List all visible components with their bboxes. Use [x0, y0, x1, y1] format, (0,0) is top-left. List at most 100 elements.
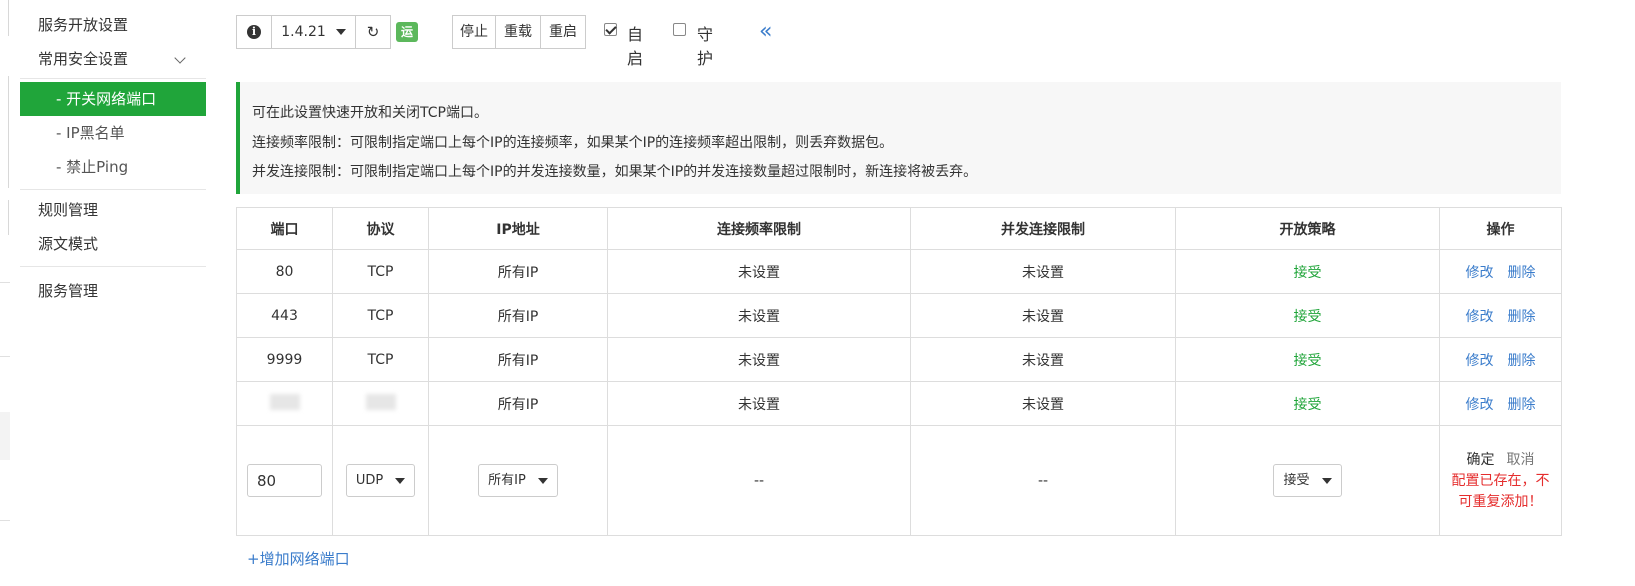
info-line: 可在此设置快速开放和关闭TCP端口。	[252, 105, 488, 121]
edit-link[interactable]: 修改	[1466, 353, 1494, 369]
caret-down-icon	[335, 29, 346, 35]
ip-select[interactable]: 所有IP	[478, 464, 558, 497]
cell-policy: 接受	[1175, 293, 1440, 338]
cell-policy: 接受	[1175, 381, 1440, 426]
cell-port: 80	[236, 249, 333, 294]
header-ip: IP地址	[428, 207, 608, 250]
new-port-row: UDP 所有IP -- -- 接受 确定取消 配置已存在，不可重复添加！	[236, 425, 1562, 536]
cell-rate: 未设置	[607, 293, 911, 338]
sidebar-item-label: 服务开放设置	[38, 16, 129, 34]
table-header: 端口 协议 IP地址 连接频率限制 并发连接限制 开放策略 操作	[236, 207, 1562, 250]
cell-protocol-redacted	[332, 381, 429, 426]
cell-protocol-select: UDP	[332, 425, 429, 536]
header-policy: 开放策略	[1175, 207, 1440, 250]
cell-rate: 未设置	[607, 337, 911, 382]
header-concurrent-limit: 并发连接限制	[910, 207, 1176, 250]
version-value: 1.4.21	[281, 24, 326, 40]
info-line: 连接频率限制：可限制指定端口上每个IP的连接频率，如果某个IP的连接频率超出限制…	[252, 134, 894, 151]
cell-concurrent: 未设置	[910, 249, 1176, 294]
cell-concurrent: 未设置	[910, 381, 1176, 426]
port-input[interactable]	[247, 464, 322, 497]
cell-concurrent: 未设置	[910, 293, 1176, 338]
table-row: 80 TCP 所有IP 未设置 未设置 接受 修改 删除	[236, 249, 1562, 294]
sidebar-item-label: 常用安全设置	[38, 50, 129, 68]
cell-rate: --	[607, 425, 911, 536]
guard-checkbox[interactable]	[673, 23, 686, 36]
info-box: 可在此设置快速开放和关闭TCP端口。 连接频率限制：可限制指定端口上每个IP的连…	[236, 82, 1561, 194]
cell-port: 9999	[236, 337, 333, 382]
autostart-checkbox[interactable]	[604, 23, 617, 36]
header-rate-limit: 连接频率限制	[607, 207, 911, 250]
sidebar-item-service-open[interactable]: 服务开放设置	[20, 14, 214, 38]
sidebar-subitem-ip-blacklist[interactable]: - IP黑名单	[20, 116, 206, 150]
header-actions: 操作	[1439, 207, 1562, 250]
add-port-link[interactable]: +增加网络端口	[247, 548, 350, 569]
collapse-icon[interactable]: «	[759, 19, 772, 44]
reload-button[interactable]: 重载	[495, 15, 541, 49]
caret-down-icon	[537, 477, 548, 484]
edit-link[interactable]: 修改	[1466, 397, 1494, 413]
sidebar-item-source-mode[interactable]: 源文模式	[20, 233, 214, 257]
cell-concurrent: 未设置	[910, 337, 1176, 382]
info-line: 并发连接限制：可限制指定端口上每个IP的并发连接数量，如果某个IP的并发连接数量…	[252, 164, 978, 180]
sidebar-item-common-security[interactable]: 常用安全设置	[20, 48, 214, 72]
cell-ip: 所有IP	[428, 293, 608, 338]
status-badge: 运行中	[396, 22, 419, 79]
cell-policy: 接受	[1175, 249, 1440, 294]
cell-ip: 所有IP	[428, 249, 608, 294]
cancel-button[interactable]: 取消	[1507, 452, 1535, 468]
refresh-button[interactable]: ↻	[355, 15, 391, 49]
table-row: 443 TCP 所有IP 未设置 未设置 接受 修改 删除	[236, 293, 1562, 338]
chevron-down-icon	[174, 52, 186, 64]
error-message: 配置已存在，不可重复添加！	[1451, 472, 1550, 510]
edit-link[interactable]: 修改	[1466, 309, 1494, 325]
delete-link[interactable]: 删除	[1508, 309, 1536, 325]
guard-label: 守护	[697, 25, 714, 68]
cell-ip-select: 所有IP	[428, 425, 608, 536]
sidebar-item-label: 源文模式	[38, 235, 99, 253]
sidebar-item-service-manage[interactable]: 服务管理	[20, 280, 214, 304]
ports-table: 端口 协议 IP地址 连接频率限制 并发连接限制 开放策略 操作 80 TCP …	[236, 207, 1562, 536]
caret-down-icon	[1321, 477, 1332, 484]
cell-policy-select: 接受	[1175, 425, 1440, 536]
cell-actions: 修改 删除	[1439, 249, 1562, 294]
restart-button[interactable]: 重启	[540, 15, 586, 49]
cell-protocol: TCP	[332, 337, 429, 382]
info-icon: i	[247, 25, 261, 39]
policy-value: 接受	[1283, 473, 1310, 488]
info-button[interactable]: i	[236, 15, 272, 49]
refresh-icon: ↻	[366, 23, 380, 41]
header-protocol: 协议	[332, 207, 429, 250]
cell-port-input	[236, 425, 333, 536]
protocol-select[interactable]: UDP	[345, 464, 416, 497]
cell-actions: 确定 取消 配置已存在，不可重复添加！	[1439, 425, 1562, 536]
protocol-value: UDP	[355, 473, 384, 488]
cell-concurrent: --	[910, 425, 1176, 536]
sidebar-subitem-network-ports[interactable]: - 开关网络端口	[20, 82, 206, 116]
caret-down-icon	[395, 477, 406, 484]
cell-actions: 修改 删除	[1439, 337, 1562, 382]
sidebar-item-rules[interactable]: 规则管理	[20, 199, 214, 223]
cell-ip: 所有IP	[428, 381, 608, 426]
version-select[interactable]: 1.4.21	[271, 15, 356, 49]
cell-rate: 未设置	[607, 381, 911, 426]
cell-policy: 接受	[1175, 337, 1440, 382]
edit-link[interactable]: 修改	[1466, 265, 1494, 281]
delete-link[interactable]: 删除	[1508, 265, 1536, 281]
cell-port: 443	[236, 293, 333, 338]
table-row: 所有IP 未设置 未设置 接受 修改 删除	[236, 381, 1562, 426]
sidebar-item-label: 规则管理	[38, 201, 99, 219]
cell-actions: 修改 删除	[1439, 293, 1562, 338]
table-row: 9999 TCP 所有IP 未设置 未设置 接受 修改 删除	[236, 337, 1562, 382]
confirm-button[interactable]: 确定	[1467, 452, 1495, 468]
cell-rate: 未设置	[607, 249, 911, 294]
policy-select[interactable]: 接受	[1273, 464, 1342, 497]
cell-protocol: TCP	[332, 293, 429, 338]
cell-protocol: TCP	[332, 249, 429, 294]
delete-link[interactable]: 删除	[1508, 353, 1536, 369]
stop-button[interactable]: 停止	[452, 15, 496, 49]
sidebar-subitem-disable-ping[interactable]: - 禁止Ping	[20, 150, 206, 184]
delete-link[interactable]: 删除	[1508, 397, 1536, 413]
left-edge-strip	[0, 0, 12, 586]
autostart-label: 自启	[627, 25, 644, 68]
